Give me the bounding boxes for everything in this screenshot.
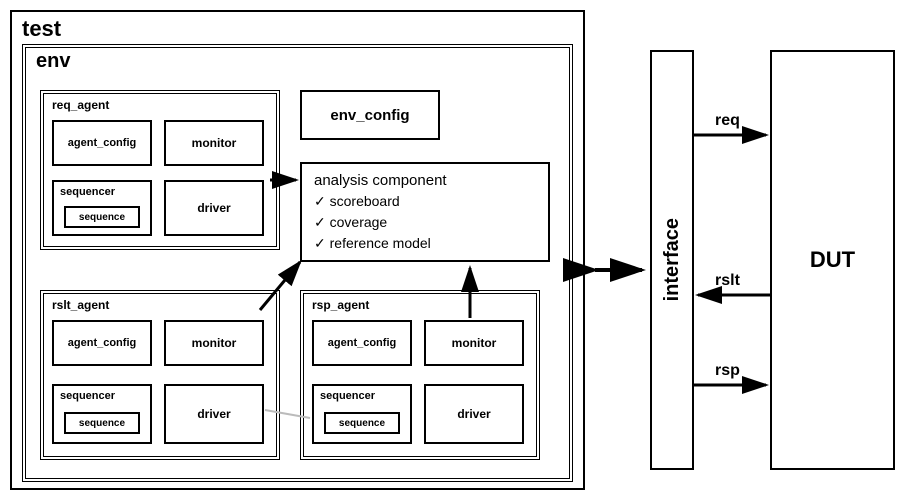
arrow-req-monitor-to-analysis	[0, 0, 909, 503]
